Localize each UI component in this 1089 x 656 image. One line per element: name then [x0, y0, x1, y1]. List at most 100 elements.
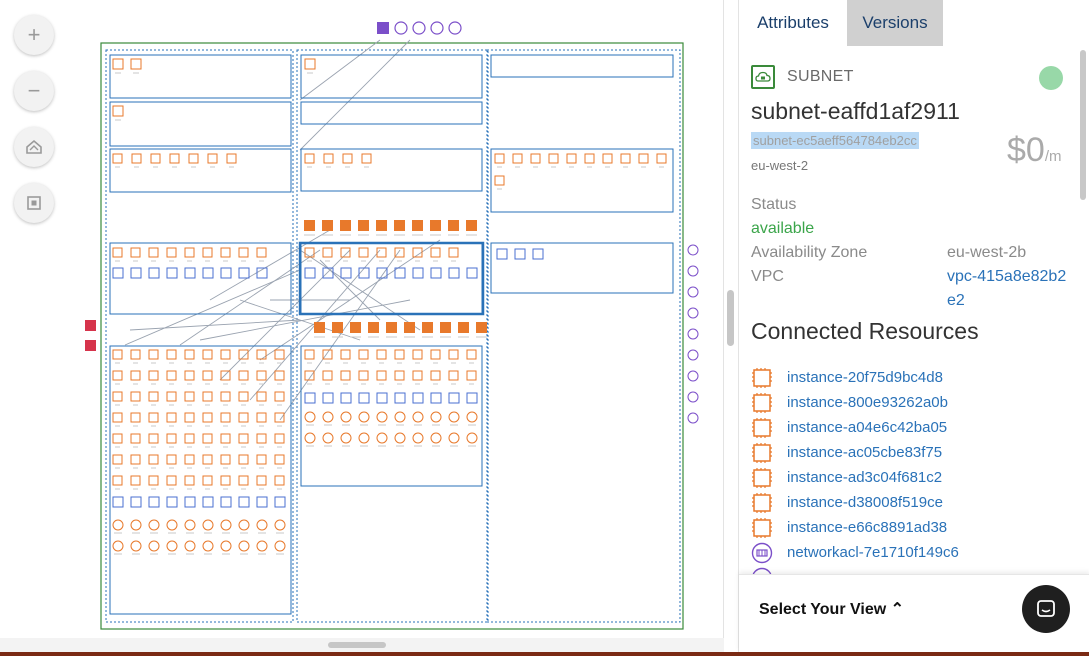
instance-icon [751, 392, 773, 414]
connected-resource-link[interactable]: instance-e66c8891ad38 [787, 519, 947, 536]
instance-icon [430, 370, 441, 381]
connected-resource-item[interactable]: instance-e66c8891ad38 [751, 515, 1071, 540]
horizontal-scrollbar-thumb[interactable] [328, 642, 386, 648]
availability-zone-boundary [296, 49, 489, 623]
instance-icon [238, 349, 249, 360]
fit-view-button[interactable] [14, 183, 54, 223]
connected-resource-item[interactable]: instance-ad3c04f681c2 [751, 465, 1071, 490]
instance-icon [256, 370, 267, 381]
service-icon [130, 496, 142, 508]
fit-view-icon [27, 196, 41, 210]
connected-resource-link[interactable]: instance-ad3c04f681c2 [787, 469, 942, 486]
status-value: available [751, 220, 815, 237]
layout-button[interactable] [14, 127, 54, 167]
instance-icon [751, 492, 773, 514]
bottom-edge-strip [0, 652, 1089, 656]
resource-id[interactable]: subnet-ec5aeff564784eb2cc [751, 132, 919, 149]
network-acl-icon [687, 244, 699, 256]
instance-icon [112, 58, 124, 70]
panel-scrollbar[interactable] [1080, 50, 1086, 200]
architecture-diagram[interactable] [0, 0, 724, 640]
instance-icon [130, 391, 141, 402]
instance-icon [448, 370, 459, 381]
zoom-in-button[interactable]: + [14, 15, 54, 55]
instance-icon [361, 153, 372, 164]
instance-icon [304, 58, 316, 70]
connected-resource-item[interactable]: networkacl-7e1710f149c6 [751, 540, 1071, 565]
lambda-function-icon [422, 322, 433, 333]
service-icon [202, 496, 214, 508]
tab-attributes[interactable]: Attributes [739, 0, 847, 46]
connected-resource-item[interactable]: instance-d38008f519ce [751, 490, 1071, 515]
instance-icon [130, 370, 141, 381]
lambda-function-icon [368, 322, 379, 333]
instance-icon [304, 349, 315, 360]
lambda-icon [130, 540, 142, 552]
chat-button[interactable] [1022, 585, 1070, 633]
network-acl-icon [751, 542, 773, 564]
service-icon [376, 392, 388, 404]
connected-resource-item[interactable]: instance-a04e6c42ba05 [751, 415, 1071, 440]
instance-icon [202, 454, 213, 465]
service-icon [322, 392, 334, 404]
service-icon [238, 496, 250, 508]
status-indicator [1039, 66, 1063, 90]
subnet-box [109, 148, 292, 193]
instance-icon [256, 412, 267, 423]
instance-icon [148, 370, 159, 381]
instance-icon [256, 349, 267, 360]
lambda-icon [256, 540, 268, 552]
instance-icon [148, 412, 159, 423]
connected-resource-item[interactable]: instance-ac05cbe83f75 [751, 440, 1071, 465]
instance-icon [494, 153, 505, 164]
price-unit: /m [1044, 148, 1062, 165]
instance-icon [376, 349, 387, 360]
instance-icon [430, 349, 441, 360]
lambda-icon [304, 411, 316, 423]
connected-resource-link[interactable]: networkacl-7e1710f149c6 [787, 544, 959, 561]
connected-resource-link[interactable]: instance-a04e6c42ba05 [787, 419, 947, 436]
connected-resource-link[interactable]: instance-d38008f519ce [787, 494, 943, 511]
instance-icon [184, 412, 195, 423]
connected-resource-item[interactable]: instance-20f75d9bc4d8 [751, 365, 1071, 390]
canvas-vertical-scrollbar[interactable] [727, 290, 734, 346]
connected-resource-link[interactable]: instance-800e93262a0b [787, 394, 948, 411]
connected-resource-link[interactable]: instance-ac05cbe83f75 [787, 444, 942, 461]
service-icon [130, 267, 142, 279]
instance-icon [188, 153, 199, 164]
instance-icon [238, 370, 249, 381]
instance-icon [323, 153, 334, 164]
instance-icon [638, 153, 649, 164]
availability-zone-value: eu-west-2b [947, 244, 1027, 261]
select-view-bar: Select Your View ⌃ [739, 574, 1089, 652]
vpc-link-line2[interactable]: e2 [947, 292, 965, 310]
connection-line [199, 299, 411, 341]
network-acl-icon [687, 349, 699, 361]
instance-icon [751, 442, 773, 464]
instance-icon [184, 391, 195, 402]
vpc-link-line1[interactable]: vpc-415a8e82b2 [947, 268, 1066, 286]
tab-versions[interactable]: Versions [847, 0, 943, 46]
instance-icon [184, 454, 195, 465]
lambda-icon [166, 519, 178, 531]
instance-icon [656, 153, 667, 164]
service-icon [358, 392, 370, 404]
service-icon [340, 267, 352, 279]
diagram-canvas[interactable]: + − [0, 0, 724, 656]
lambda-icon [220, 540, 232, 552]
zoom-out-button[interactable]: − [14, 71, 54, 111]
instance-icon [751, 417, 773, 439]
instance-icon [202, 247, 213, 258]
instance-icon [166, 349, 177, 360]
connected-resource-item[interactable]: instance-800e93262a0b [751, 390, 1071, 415]
instance-icon [130, 475, 141, 486]
instance-icon [274, 475, 285, 486]
select-view-toggle[interactable]: Select Your View ⌃ [759, 599, 904, 619]
subnet-box [300, 148, 483, 192]
vpc-label: VPC [751, 268, 784, 285]
service-icon [496, 248, 508, 260]
instance-icon [202, 475, 213, 486]
lambda-icon [394, 411, 406, 423]
service-icon [412, 267, 424, 279]
connected-resource-link[interactable]: instance-20f75d9bc4d8 [787, 369, 943, 386]
